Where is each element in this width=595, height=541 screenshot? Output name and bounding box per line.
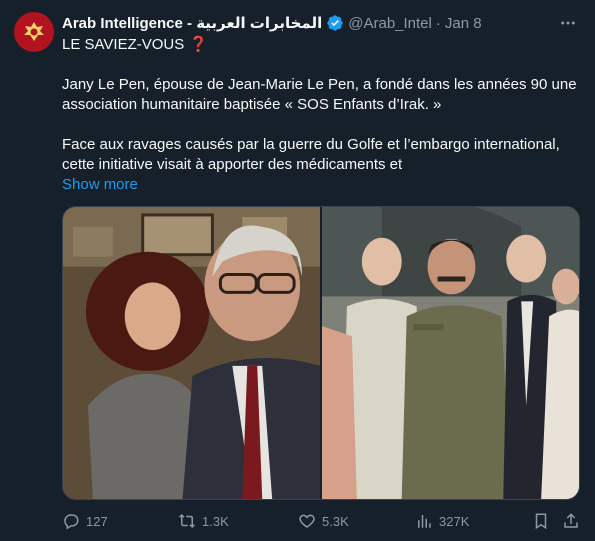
repost-count: 1.3K (202, 513, 229, 529)
repost-button[interactable]: 1.3K (178, 512, 229, 530)
media-grid (62, 206, 580, 500)
reply-icon (64, 514, 79, 530)
repost-icon (178, 513, 196, 529)
views-count: 327K (439, 513, 470, 529)
tweet-text: LE SAVIEZ-VOUS ❓ Jany Le Pen, épouse de … (62, 35, 579, 195)
intelligence-emblem-icon (24, 22, 44, 41)
question-mark-emoji: ❓ (189, 36, 208, 53)
views-chart-icon (418, 515, 431, 528)
paragraph-1: Jany Le Pen, épouse de Jean-Marie Le Pen… (62, 76, 577, 113)
views-button[interactable]: 327K (415, 512, 469, 530)
bookmark-button[interactable] (532, 512, 556, 530)
reply-button[interactable]: 127 (62, 512, 108, 530)
like-count: 5.3K (322, 513, 349, 529)
paragraph-2: Face aux ravages causés par la guerre du… (62, 136, 560, 173)
avatar[interactable] (14, 12, 54, 52)
verified-badge-icon (327, 15, 343, 31)
photo-left-image (63, 207, 320, 499)
reply-count: 127 (86, 513, 108, 529)
bookmark-icon (535, 513, 547, 530)
action-bar: 127 1.3K 5.3K 327K (62, 511, 579, 531)
tweet[interactable]: Arab Intelligence - المخابرات العربية @A… (0, 0, 595, 541)
display-name[interactable]: Arab Intelligence - المخابرات العربية (62, 14, 322, 32)
separator: · (435, 14, 441, 32)
photo-right-image (322, 207, 579, 499)
show-more-link[interactable]: Show more (62, 176, 138, 193)
share-button[interactable] (562, 512, 586, 530)
handle[interactable]: @Arab_Intel (348, 15, 432, 32)
headline: LE SAVIEZ-VOUS (62, 36, 185, 53)
share-icon (564, 513, 578, 528)
photo-le-pen-saddam[interactable] (322, 207, 579, 499)
more-options-icon (561, 21, 575, 25)
tweet-header: Arab Intelligence - المخابرات العربية @A… (62, 13, 555, 33)
heart-icon (299, 514, 315, 528)
timestamp[interactable]: Jan 8 (445, 15, 482, 32)
like-button[interactable]: 5.3K (298, 512, 349, 530)
more-options-button[interactable] (557, 12, 579, 34)
photo-le-pen-couple[interactable] (63, 207, 322, 499)
